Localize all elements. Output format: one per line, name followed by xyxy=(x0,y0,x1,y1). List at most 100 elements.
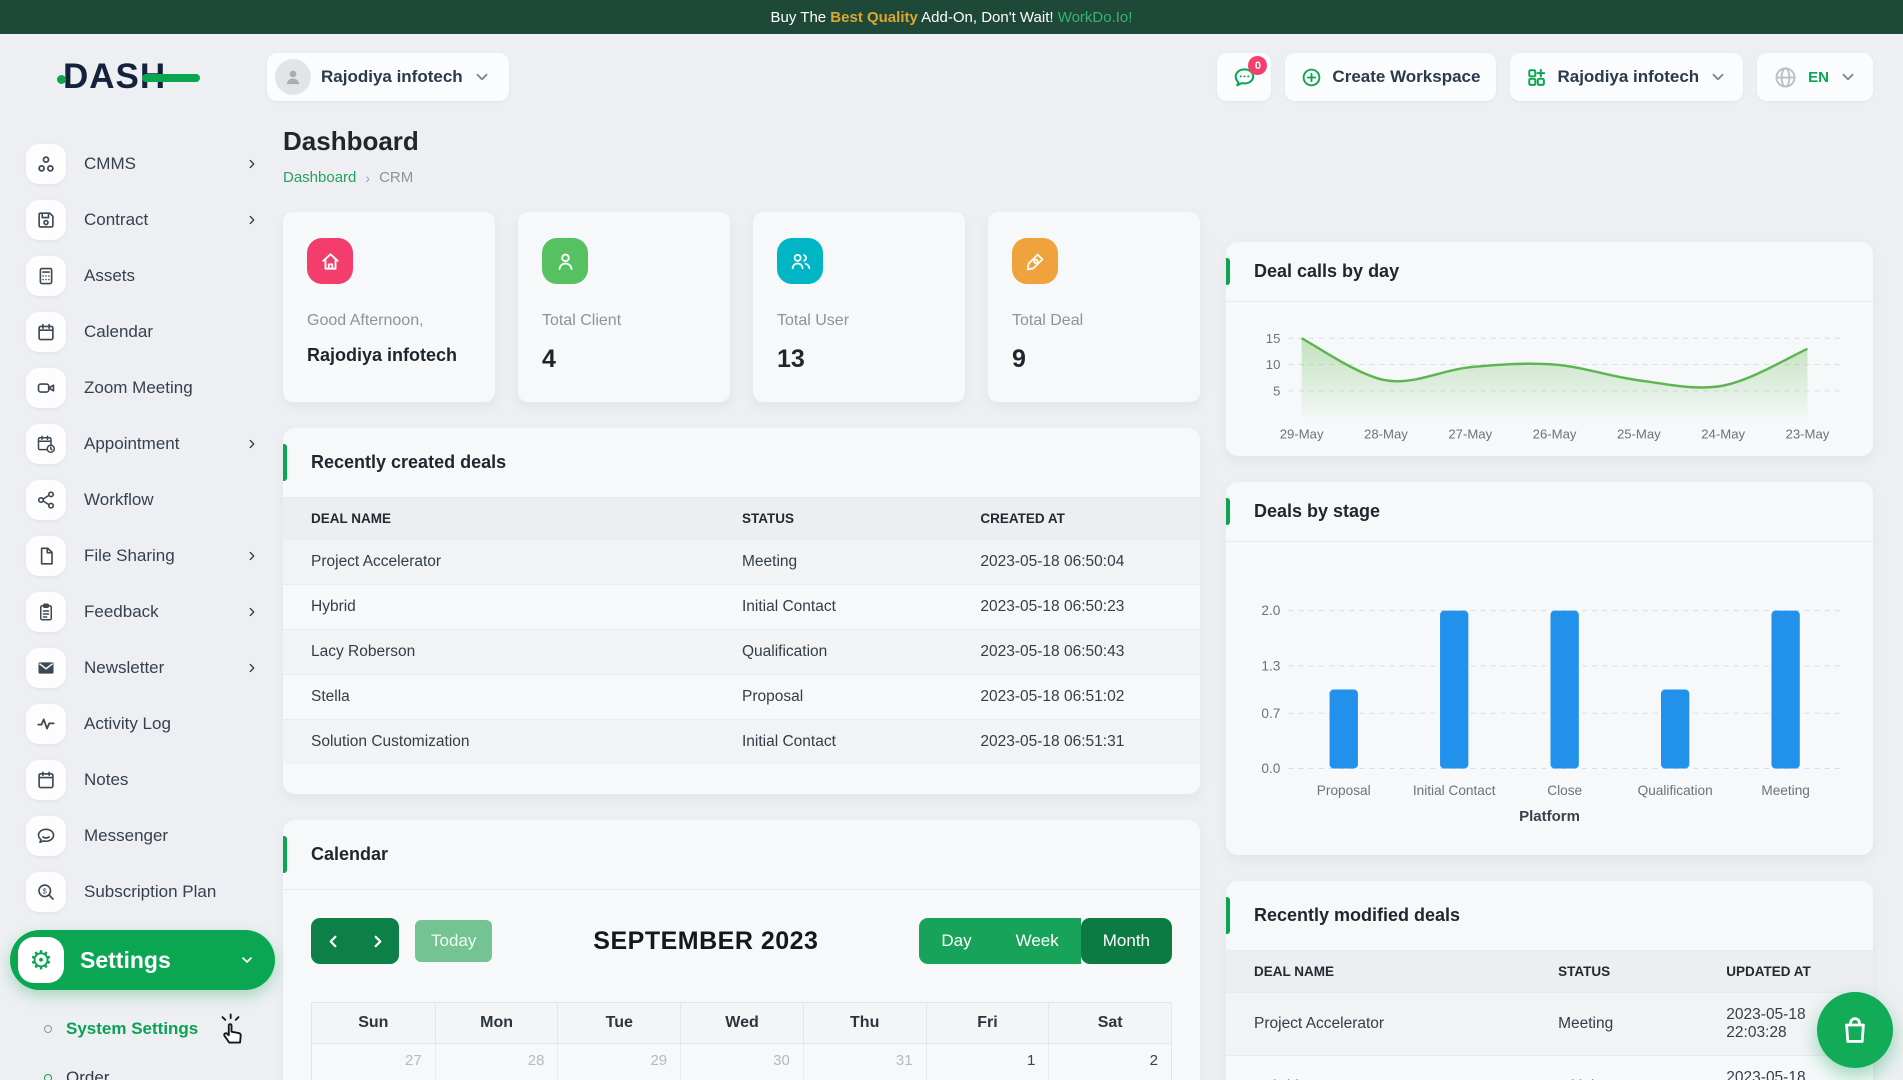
chevron-right-icon xyxy=(245,605,259,619)
sidebar-item[interactable]: Workflow xyxy=(26,472,259,528)
stat-value: 4 xyxy=(542,345,706,374)
calendar-day-cell[interactable]: 30 xyxy=(680,1044,803,1080)
calendar-day-cell[interactable]: 29 xyxy=(557,1044,680,1080)
bullet-dot xyxy=(44,1074,52,1080)
create-workspace-label: Create Workspace xyxy=(1332,67,1480,87)
chevron-right-icon xyxy=(245,437,259,451)
search-icon: $ xyxy=(26,872,66,912)
workspace-avatar xyxy=(275,59,311,95)
deal-row: Project Accelerator Meeting 2023-05-18 2… xyxy=(1226,993,1873,1056)
deal-calls-by-day-panel: Deal calls by day 5101529-May28-May27-Ma… xyxy=(1226,242,1873,456)
sidebar-item[interactable]: Feedback xyxy=(26,584,259,640)
logo-accent-dot xyxy=(57,75,66,84)
stat-label: Total User xyxy=(777,312,941,330)
table-header-cell: STATUS xyxy=(714,498,952,540)
svg-text:1.3: 1.3 xyxy=(1261,658,1280,673)
stat-label: Total Client xyxy=(542,312,706,330)
sidebar-subitem[interactable]: System Settings xyxy=(44,1012,259,1046)
sidebar-item[interactable]: Zoom Meeting xyxy=(26,360,259,416)
sidebar-item-label: Zoom Meeting xyxy=(84,378,259,398)
deal-name-cell: Solution Customization xyxy=(283,720,714,765)
recently-modified-deals-panel: Recently modified deals DEAL NAMESTATUSU… xyxy=(1226,881,1873,1080)
user-icon xyxy=(542,238,588,284)
messages-button[interactable]: 0 xyxy=(1217,53,1271,101)
recently-created-deals-table: DEAL NAMESTATUSCREATED AT Project Accele… xyxy=(283,498,1200,764)
deal-time-cell: 2023-05-18 06:51:02 xyxy=(952,675,1200,720)
svg-text:27-May: 27-May xyxy=(1448,426,1492,441)
grid-plus-icon xyxy=(1526,67,1547,88)
sidebar-item-label: Activity Log xyxy=(84,714,259,734)
sidebar-item-label: Feedback xyxy=(84,602,227,622)
sidebar-item-label: Newsletter xyxy=(84,658,227,678)
calendar-icon xyxy=(26,312,66,352)
shop-floating-button[interactable] xyxy=(1817,992,1893,1068)
svg-text:0.0: 0.0 xyxy=(1261,761,1280,776)
company-menu[interactable]: Rajodiya infotech xyxy=(1510,53,1743,101)
page-title: Dashboard xyxy=(283,126,1200,157)
sidebar-item[interactable]: Newsletter xyxy=(26,640,259,696)
breadcrumb-home-link[interactable]: Dashboard xyxy=(283,169,356,186)
promo-text-highlight: Best Quality xyxy=(830,9,918,26)
calendar-view-button[interactable]: Month xyxy=(1081,918,1172,964)
sidebar-item[interactable]: File Sharing xyxy=(26,528,259,584)
workspace-name: Rajodiya infotech xyxy=(321,67,463,87)
language-selector[interactable]: EN xyxy=(1757,53,1873,101)
deal-status-cell: Proposal xyxy=(714,675,952,720)
calendar-next-button[interactable] xyxy=(355,918,399,964)
video-camera-icon xyxy=(26,368,66,408)
calendar-panel: Calendar Today SEPTEMBER 2023 Day Week xyxy=(283,820,1200,1080)
svg-text:15: 15 xyxy=(1266,331,1281,346)
sidebar-item[interactable]: Appointment xyxy=(26,416,259,472)
stat-card: Total Client 4 xyxy=(518,212,730,402)
promo-link[interactable]: WorkDo.Io! xyxy=(1058,9,1133,26)
sidebar-item[interactable]: Notes xyxy=(26,752,259,808)
calendar-day-cell[interactable]: 28 xyxy=(435,1044,558,1080)
sidebar-item-label: Contract xyxy=(84,210,227,230)
calendar-prev-button[interactable] xyxy=(311,918,355,964)
calendar-day-cell[interactable]: 31 xyxy=(803,1044,926,1080)
deal-calls-chart: 5101529-May28-May27-May26-May25-May24-Ma… xyxy=(1226,302,1873,456)
promo-banner: Buy The Best Quality Add-On, Don't Wait!… xyxy=(0,0,1903,34)
chevron-right-icon xyxy=(245,157,259,171)
calendar-grid: SunMonTueWedThuFriSat 272829303112 xyxy=(311,1002,1172,1080)
dash-logo[interactable]: DASH xyxy=(63,57,166,97)
calendar-today-button[interactable]: Today xyxy=(415,920,492,962)
settings-label: Settings xyxy=(80,947,223,974)
sidebar-item[interactable]: Activity Log xyxy=(26,696,259,752)
deal-row: Stella Proposal 2023-05-18 06:51:02 xyxy=(283,675,1200,720)
sidebar-item-label: Subscription Plan xyxy=(84,882,259,902)
file-icon xyxy=(26,536,66,576)
sidebar-item[interactable]: Assets xyxy=(26,248,259,304)
workspace-selector[interactable]: Rajodiya infotech xyxy=(267,53,509,101)
calendar-day-cell[interactable]: 27 xyxy=(312,1044,435,1080)
sidebar-item-settings[interactable]: ⚙ Settings xyxy=(10,930,275,990)
sidebar-item[interactable]: CMMS xyxy=(26,136,259,192)
breadcrumb-current: CRM xyxy=(379,169,413,186)
calendar-view-button[interactable]: Week xyxy=(994,918,1081,964)
sidebar-item[interactable]: Messenger xyxy=(26,808,259,864)
deal-name-cell: Hybrid xyxy=(283,585,714,630)
sidebar-item[interactable]: Contract xyxy=(26,192,259,248)
create-workspace-button[interactable]: Create Workspace xyxy=(1285,53,1496,101)
deal-row: Hybrid Initial Contact 2023-05-18 06:50:… xyxy=(283,585,1200,630)
calendar-day-cell[interactable]: 2 xyxy=(1048,1044,1171,1080)
calendar-day-cell[interactable]: 1 xyxy=(926,1044,1049,1080)
recently-modified-deals-table: DEAL NAMESTATUSUPDATED AT Project Accele… xyxy=(1226,951,1873,1080)
deal-row: Hybrid Initial Contact 2023-05-18 06:58:… xyxy=(1226,1056,1873,1080)
sidebar-subitem[interactable]: Order xyxy=(44,1068,259,1080)
calendar-weekday-header: Sun xyxy=(312,1003,435,1043)
calendar-toolbar: Today SEPTEMBER 2023 Day Week Month xyxy=(283,890,1200,964)
sidebar-item[interactable]: $ Subscription Plan xyxy=(26,864,259,920)
calendar-view-button[interactable]: Day xyxy=(919,918,993,964)
sidebar-item[interactable]: Calendar xyxy=(26,304,259,360)
calendar-weekday-header: Mon xyxy=(435,1003,558,1043)
svg-text:10: 10 xyxy=(1266,357,1281,372)
pen-icon xyxy=(1012,238,1058,284)
panel-title: Recently modified deals xyxy=(1254,905,1845,926)
svg-text:Qualification: Qualification xyxy=(1638,782,1713,797)
deal-status-cell: Qualification xyxy=(714,630,952,675)
svg-text:5: 5 xyxy=(1273,383,1280,398)
deal-name-cell: Project Accelerator xyxy=(1226,993,1530,1056)
chevron-down-icon xyxy=(473,68,491,86)
messages-badge: 0 xyxy=(1248,56,1267,75)
